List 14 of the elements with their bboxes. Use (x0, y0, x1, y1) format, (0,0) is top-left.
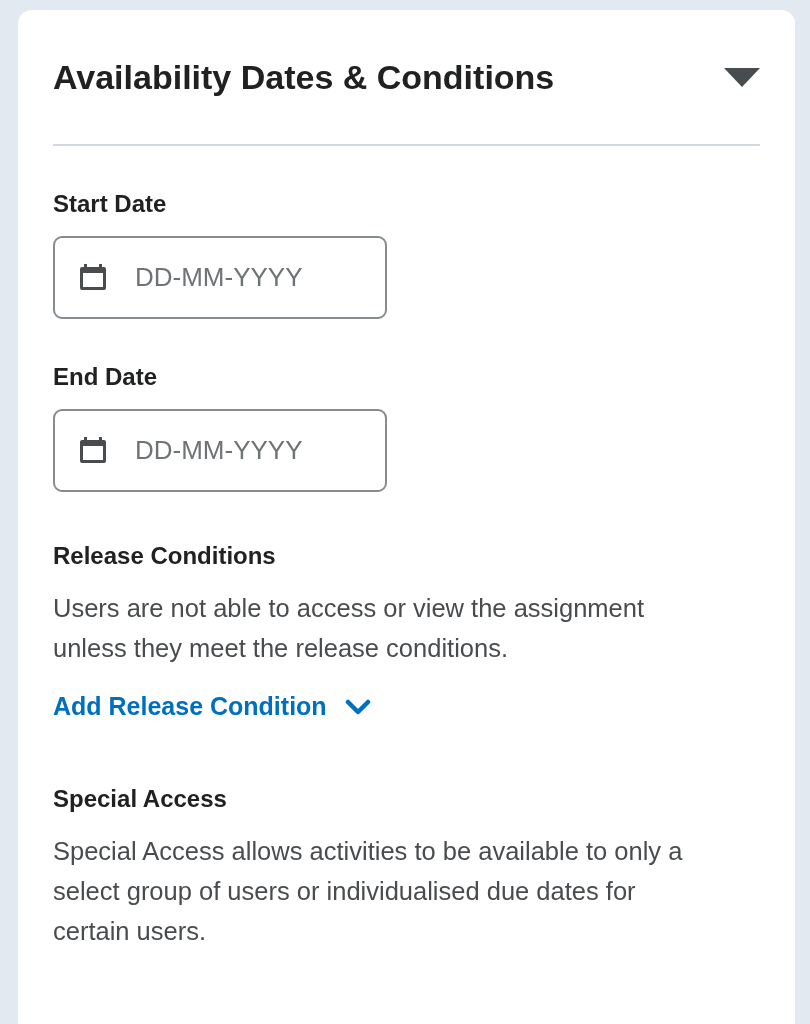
section-title: Availability Dates & Conditions (53, 57, 555, 97)
add-release-condition-link[interactable]: Add Release Condition (53, 692, 371, 721)
date-field[interactable]: DD-MM-YYYY (53, 409, 387, 492)
chevron-down-icon (344, 697, 371, 716)
collapse-triangle-icon[interactable] (724, 66, 760, 88)
calendar-icon (77, 261, 109, 293)
field-label: End Date (53, 363, 158, 391)
description-text: Special Access allows activities to be available to only a select group of users or individualised due dates for certain users. (53, 836, 684, 947)
section-heading: Special Access (53, 785, 228, 813)
field-label: Start Date (53, 190, 168, 218)
description-text: Users are not able to access or view the assignment unless they meet the release conditions. (53, 593, 646, 664)
section-heading: Release Conditions (53, 542, 277, 570)
date-field[interactable]: DD-MM-YYYY (53, 236, 387, 319)
calendar-icon (77, 434, 109, 466)
